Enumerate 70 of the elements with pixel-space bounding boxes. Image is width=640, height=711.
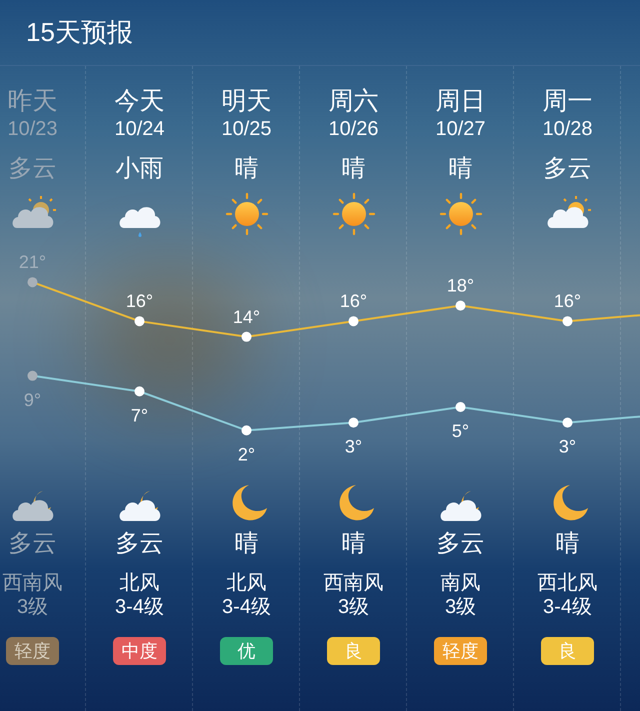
air-quality-badge: 良 [327,637,380,665]
page-title: 15天预报 [26,16,133,49]
wind-direction: 北风 [226,571,266,595]
air-quality-badge: 优 [220,637,273,665]
wind-level: 3级 [338,595,370,619]
temperature-label: 3° [558,436,576,457]
day-name: 周六 [328,86,378,116]
wind-level: 3级 [16,595,48,619]
night-weather: 多云 [116,529,164,559]
data-point [134,316,144,326]
wind-level: 3-4级 [222,595,271,619]
sun-icon [224,192,268,236]
day-weather: 晴 [448,154,472,184]
day-weather: 多云 [8,154,56,184]
data-point [28,277,38,288]
night-weather: 晴 [342,529,366,559]
date-label: 10/24 [114,117,165,142]
day-name: 周一 [542,86,592,116]
date-label: 10/23 [7,117,58,142]
data-point [456,402,466,412]
wind-level: 3级 [444,595,476,619]
data-point [134,386,144,396]
night-weather: 多云 [8,529,56,559]
data-point [242,332,252,342]
temperature-label: 3° [344,436,362,457]
data-point [348,316,358,326]
day-name: 今天 [114,86,164,116]
wind-direction: 北风 [120,571,160,595]
day-weather: 晴 [342,154,366,184]
date-label: 10/25 [221,117,272,142]
temperature-label: 21° [18,252,46,272]
wind-direction: 南风 [440,571,480,595]
day-name: 明天 [222,86,272,116]
temperature-label: 16° [554,291,582,312]
date-label: 10/26 [328,117,379,142]
wind-level: 3-4级 [115,595,164,619]
air-quality-badge: 轻度 [6,637,59,665]
date-label: 10/28 [542,117,593,142]
air-quality-badge: 良 [541,637,594,665]
temperature-label: 16° [126,291,154,312]
wind-direction: 西北风 [538,571,598,595]
sun-icon [332,192,376,236]
wind-direction: 西南风 [324,571,384,595]
night-weather: 晴 [556,529,580,559]
day-weather: 小雨 [116,154,164,184]
temperature-label: 5° [452,421,470,441]
data-point [242,425,252,436]
data-point [562,316,572,326]
temperature-label: 16° [340,291,368,312]
data-point [28,370,38,381]
wind-level: 3-4级 [543,595,592,619]
night-weather: 多云 [436,529,484,559]
data-point [348,418,358,428]
day-name: 周日 [436,86,486,116]
sun-icon [438,192,482,236]
temperature-label: 9° [24,390,42,410]
date-label: 10/27 [435,117,486,142]
temperature-label: 2° [238,444,256,464]
wind-direction: 西南风 [2,571,62,595]
temperature-label: 7° [130,405,148,426]
day-weather: 晴 [234,154,258,184]
air-quality-badge: 轻度 [434,637,487,665]
air-quality-badge: 中度 [113,637,166,665]
night-weather: 晴 [234,529,258,559]
data-point [562,418,572,428]
day-weather: 多云 [544,154,592,184]
data-point [456,300,466,311]
day-name: 昨天 [8,86,58,116]
temperature-label: 14° [232,306,260,327]
temperature-label: 18° [446,276,474,296]
